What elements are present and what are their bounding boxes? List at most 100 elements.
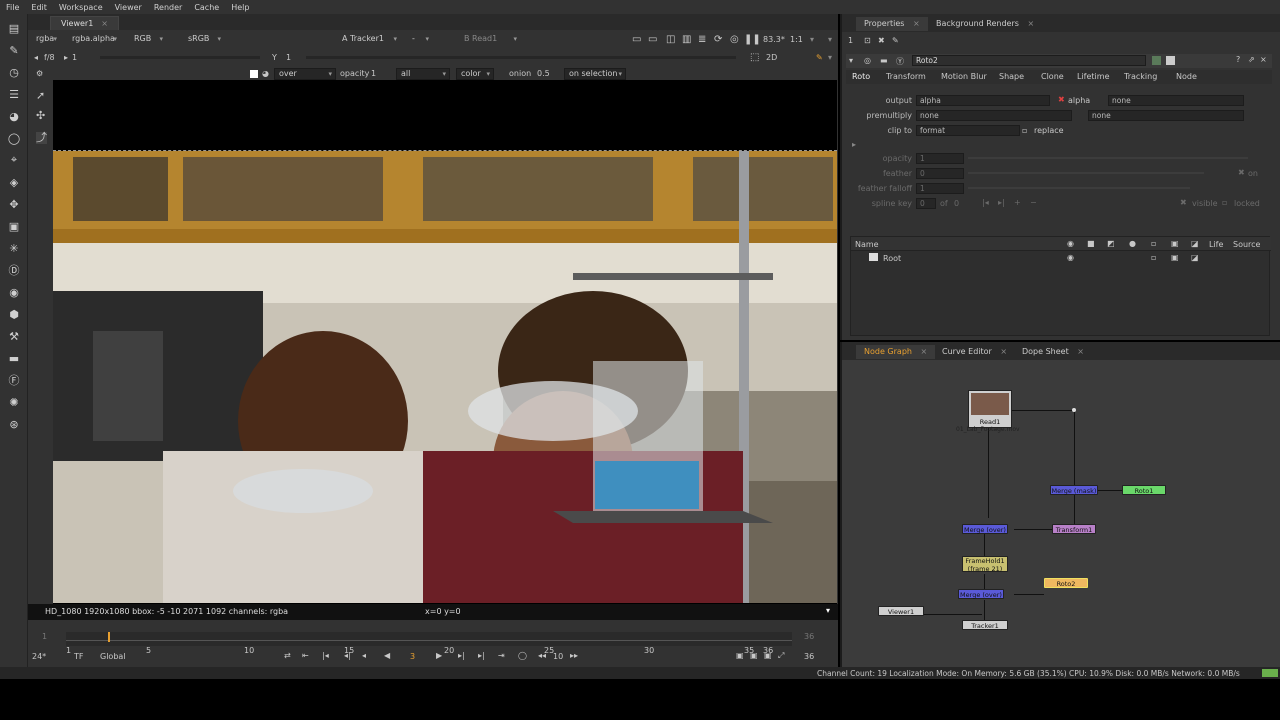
- spline-key-field[interactable]: 0: [916, 198, 936, 209]
- tab-node-graph[interactable]: Node Graph ×: [856, 345, 936, 359]
- menu-help[interactable]: Help: [225, 3, 255, 12]
- node-tracker1[interactable]: Tracker1: [962, 620, 1008, 630]
- menu-edit[interactable]: Edit: [25, 3, 53, 12]
- premultiply-dropdown[interactable]: none: [916, 110, 1072, 121]
- refresh-icon[interactable]: ⟳: [714, 34, 722, 46]
- proxy-icon[interactable]: ▣: [764, 651, 772, 660]
- checkbox-checked-icon[interactable]: ✖: [1058, 95, 1065, 104]
- fps-value[interactable]: 24*: [32, 652, 46, 661]
- other-icon[interactable]: ▬: [6, 350, 22, 366]
- settings-icon[interactable]: ⚙: [36, 68, 43, 80]
- visible-checkbox[interactable]: ✖: [1180, 198, 1187, 207]
- node-merge-mask[interactable]: Merge (mask): [1050, 485, 1098, 495]
- next-frame-icon[interactable]: ▸|: [458, 651, 465, 660]
- help-icon[interactable]: Ⓨ: [896, 56, 904, 67]
- all-plugins-icon[interactable]: ⊛: [6, 416, 22, 432]
- overlay-mode-dropdown[interactable]: over: [274, 68, 336, 80]
- channels-dropdown[interactable]: rgba: [32, 34, 60, 46]
- node-graph-panel[interactable]: Node Graph × Curve Editor × Dope Sheet ×…: [840, 342, 1280, 667]
- node-transform1[interactable]: Transform1: [1052, 524, 1096, 534]
- deep-icon[interactable]: Ⓓ: [6, 262, 22, 278]
- select-arrow-icon[interactable]: ➚: [36, 90, 45, 102]
- step-back-icon[interactable]: ◂|: [344, 651, 351, 660]
- clip-to-dropdown[interactable]: format: [916, 125, 1020, 136]
- shape-list[interactable]: Name ◉ ■ ◩ ● ▫ ▣ ◪ Life Source Root ◉ ▫ …: [850, 236, 1271, 336]
- play-icon[interactable]: ▶: [436, 651, 442, 660]
- crop-icon[interactable]: ⬚: [750, 52, 759, 64]
- node-roto2-selected[interactable]: Roto2: [1044, 578, 1088, 588]
- visible-icon[interactable]: ◉: [1067, 239, 1074, 248]
- node-read1[interactable]: Read1: [968, 390, 1012, 428]
- opacity-value[interactable]: 1: [371, 68, 376, 80]
- timeline-slider[interactable]: [66, 632, 792, 646]
- pause-icon[interactable]: ❚❚: [744, 34, 761, 46]
- node-merge-over[interactable]: Merge (over): [962, 524, 1008, 534]
- view-mode[interactable]: 2D: [766, 52, 777, 64]
- color-swatch[interactable]: [250, 70, 258, 78]
- node-viewer1[interactable]: Viewer1: [878, 606, 924, 616]
- subtab-lifetime[interactable]: Lifetime: [1077, 72, 1110, 81]
- prev-key-icon[interactable]: |◂: [982, 198, 989, 207]
- list-item[interactable]: Root ◉ ▫ ▣ ◪: [851, 252, 1271, 264]
- node-name-field[interactable]: Roto2: [912, 55, 1146, 66]
- fstop-right-icon[interactable]: ▸: [64, 52, 68, 64]
- global-range[interactable]: Global: [100, 652, 126, 661]
- display-channels-dropdown[interactable]: RGB: [130, 34, 166, 46]
- remove-key-icon[interactable]: −: [1030, 198, 1037, 207]
- update-icon[interactable]: ◎: [730, 34, 739, 46]
- color-icon[interactable]: ●: [1129, 239, 1136, 248]
- subtab-motion-blur[interactable]: Motion Blur: [941, 72, 987, 81]
- replace-checkbox[interactable]: ▫: [1022, 126, 1027, 135]
- gain-value[interactable]: 1: [72, 52, 77, 64]
- subtab-node[interactable]: Node: [1176, 72, 1197, 81]
- output-dropdown[interactable]: alpha: [916, 95, 1050, 106]
- falloff-slider[interactable]: [968, 187, 1190, 189]
- gamma-slider[interactable]: [306, 56, 736, 59]
- tab-background-renders[interactable]: Background Renders ×: [928, 17, 1042, 31]
- out-frame[interactable]: 36: [804, 652, 814, 661]
- loop-icon[interactable]: ⇄: [284, 651, 291, 660]
- next-key-icon[interactable]: ▸|: [998, 198, 1005, 207]
- chevron-down-icon[interactable]: ▾: [826, 606, 830, 615]
- feather-falloff-field[interactable]: 1: [916, 183, 964, 194]
- lock-icon[interactable]: ■: [1087, 239, 1095, 248]
- merge-icon[interactable]: ◈: [6, 174, 22, 190]
- list-icon[interactable]: ≣: [698, 34, 706, 46]
- node-merge-low[interactable]: Merge (over): [958, 589, 1004, 599]
- play-back-icon[interactable]: ◀: [384, 651, 390, 660]
- subtab-clone[interactable]: Clone: [1041, 72, 1064, 81]
- color-wheel-icon[interactable]: ◕: [262, 68, 269, 80]
- blend-icon[interactable]: ▣: [1171, 253, 1179, 262]
- viewer-canvas[interactable]: [53, 80, 837, 616]
- feather-field[interactable]: 0: [916, 168, 964, 179]
- tab-dope-sheet[interactable]: Dope Sheet ×: [1014, 345, 1092, 359]
- chevron-down-icon[interactable]: ▾: [828, 52, 832, 64]
- gamma-value[interactable]: 1: [286, 52, 291, 64]
- filter-icon[interactable]: ◯: [6, 130, 22, 146]
- frame-step[interactable]: 10: [553, 652, 563, 661]
- tab-properties[interactable]: Properties ×: [856, 17, 928, 31]
- pen-icon[interactable]: ✎: [892, 36, 899, 45]
- tile-color-icon[interactable]: [1152, 56, 1161, 65]
- group-icon[interactable]: ▬: [880, 56, 888, 65]
- 3d-icon[interactable]: ▣: [6, 218, 22, 234]
- menu-render[interactable]: Render: [148, 3, 188, 12]
- expand-icon[interactable]: ▸: [852, 140, 856, 149]
- prev-frame-icon[interactable]: ◂: [362, 651, 366, 660]
- overlay-icon[interactable]: ▫: [1151, 239, 1156, 248]
- lock-icon[interactable]: ⊡: [864, 36, 871, 45]
- overlay-icon[interactable]: ▫: [1151, 253, 1156, 262]
- step-forward-n-icon[interactable]: ▸▸: [570, 651, 578, 660]
- close-icon[interactable]: ×: [101, 19, 108, 28]
- menu-file[interactable]: File: [0, 3, 25, 12]
- fullscreen-icon[interactable]: ⤢: [778, 651, 784, 661]
- render-icon[interactable]: ▣: [750, 651, 758, 660]
- opacity-field[interactable]: 1: [916, 153, 964, 164]
- dot-node[interactable]: [1072, 408, 1076, 412]
- input-a-dropdown[interactable]: A Tracker1: [338, 34, 400, 46]
- proxy-ratio[interactable]: 1:1: [790, 34, 803, 46]
- close-all-icon[interactable]: ✖: [878, 36, 885, 45]
- furnace-icon[interactable]: Ⓕ: [6, 372, 22, 388]
- blend-icon[interactable]: ▣: [1171, 239, 1179, 248]
- feather-slider[interactable]: [968, 172, 1204, 174]
